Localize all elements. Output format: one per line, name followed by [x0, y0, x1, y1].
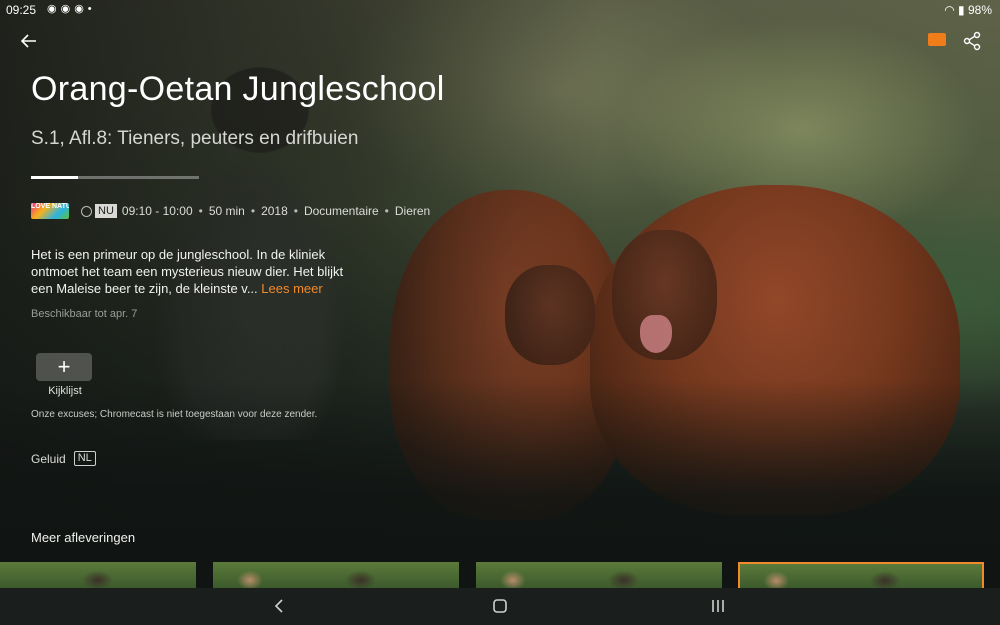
- wifi-icon: ◠: [944, 3, 955, 17]
- episode-strip: [0, 562, 1000, 588]
- availability: Beschikbaar tot apr. 7: [31, 308, 138, 320]
- more-episodes-heading: Meer afleveringen: [31, 530, 136, 545]
- year: 2018: [261, 204, 288, 218]
- channel-logo: LOVE NATURE: [31, 203, 69, 219]
- duration: 50 min: [208, 204, 245, 218]
- read-more-link[interactable]: Lees meer: [261, 281, 322, 296]
- status-time: 09:25: [6, 3, 37, 17]
- replay-icon: [81, 205, 92, 217]
- system-nav-bar: [0, 588, 1000, 625]
- nav-back-icon[interactable]: [268, 596, 292, 616]
- status-bar: 09:25 ◉◉◉• ◠ ▮ 98%: [0, 0, 1000, 20]
- share-icon[interactable]: [962, 31, 982, 51]
- live-badge: NU: [95, 204, 117, 218]
- meta-row: LOVE NATURE NU 09:10 - 10:00 • 50 min • …: [31, 202, 430, 220]
- episode-thumbnail[interactable]: [0, 562, 196, 588]
- separator-dot: •: [384, 204, 389, 218]
- subgenre: Dieren: [394, 204, 431, 218]
- battery-level: 98%: [967, 3, 992, 17]
- back-arrow-icon[interactable]: [18, 30, 40, 52]
- description: Het is een primeur op de jungleschool. I…: [31, 246, 351, 297]
- audio-label: Geluid: [31, 451, 66, 466]
- chromecast-notice: Onze excuses; Chromecast is niet toegest…: [31, 409, 318, 420]
- episode-title: S.1, Afl.8: Tieners, peuters en drifbuie…: [31, 128, 359, 149]
- separator-dot: •: [198, 204, 203, 218]
- battery-icon: ▮: [958, 3, 965, 17]
- show-title: Orang-Oetan Jungleschool: [31, 70, 445, 108]
- watch-progress-fill: [31, 176, 79, 179]
- episode-thumbnail-selected[interactable]: [738, 562, 984, 588]
- separator-dot: •: [250, 204, 256, 218]
- audio-language-badge[interactable]: NL: [73, 451, 96, 466]
- notification-icons: ◉◉◉•: [47, 3, 96, 15]
- nav-recents-icon[interactable]: [706, 596, 730, 616]
- watch-progress-bar: [31, 176, 199, 179]
- time-range: 09:10 - 10:00: [121, 204, 193, 218]
- plus-icon: +: [57, 354, 71, 379]
- separator-dot: •: [293, 204, 298, 218]
- audio-row: Geluid NL: [31, 451, 96, 466]
- add-to-watchlist-button[interactable]: +: [36, 353, 92, 381]
- nav-home-icon[interactable]: [488, 596, 512, 616]
- watchlist-label: Kijklijst: [48, 385, 82, 397]
- genre: Documentaire: [303, 204, 379, 218]
- episode-thumbnail[interactable]: [213, 562, 459, 588]
- cast-icon[interactable]: [928, 33, 946, 46]
- status-right: ◠ ▮ 98%: [944, 3, 992, 17]
- episode-thumbnail[interactable]: [476, 562, 722, 588]
